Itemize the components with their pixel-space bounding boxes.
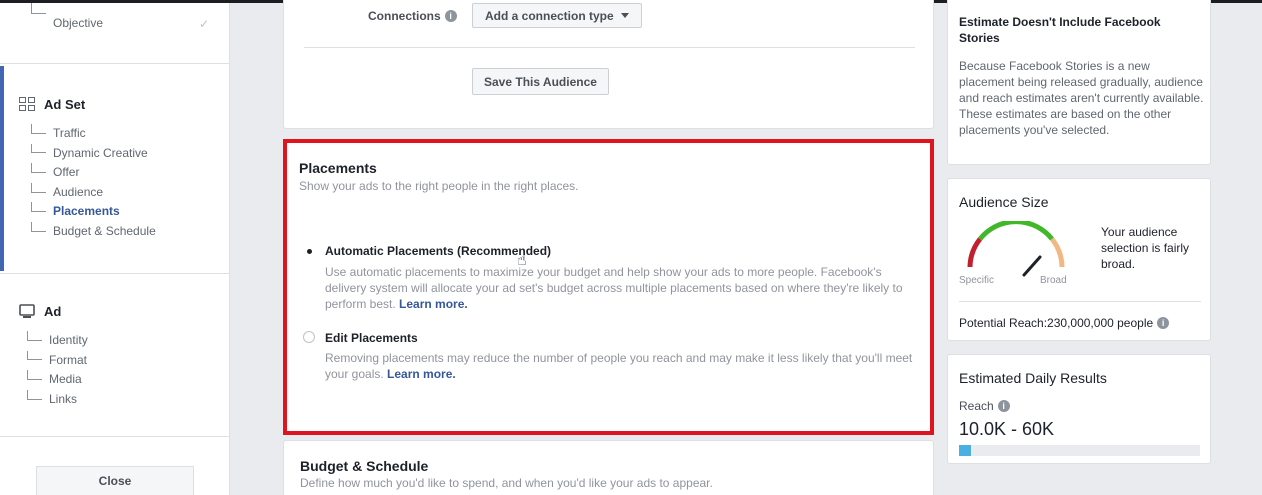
sidebar-item-media[interactable]: Media bbox=[27, 370, 88, 390]
dropdown-label: Add a connection type bbox=[485, 8, 614, 23]
info-icon[interactable]: i bbox=[444, 10, 457, 22]
card-divider bbox=[959, 301, 1201, 302]
sidebar-item-format[interactable]: Format bbox=[27, 350, 88, 371]
sidebar-item-objective[interactable]: Objective ✓ bbox=[31, 3, 209, 31]
sidebar-divider bbox=[0, 63, 229, 64]
sidebar-item-placements[interactable]: Placements bbox=[31, 202, 156, 222]
sidebar-divider bbox=[0, 436, 229, 437]
reach-value: 10.0K - 60K bbox=[959, 419, 1055, 439]
audience-size-title: Audience Size bbox=[959, 194, 1049, 210]
placements-title: Placements bbox=[299, 160, 377, 176]
sidebar-item-links[interactable]: Links bbox=[27, 389, 88, 410]
active-section-indicator bbox=[0, 66, 4, 271]
sidebar-item-label: Dynamic Creative bbox=[53, 145, 148, 160]
info-icon[interactable]: i bbox=[1157, 317, 1170, 329]
sidebar-item-label: Audience bbox=[53, 184, 104, 199]
sidebar-section-title: Ad bbox=[44, 303, 62, 319]
automatic-placements-radio[interactable] bbox=[303, 245, 315, 257]
reach-label-row: Reach i bbox=[959, 399, 1010, 413]
sidebar: Objective ✓ Ad Set Traffic Dynamic Creat… bbox=[0, 3, 230, 495]
grid-icon bbox=[18, 95, 36, 113]
campaign-tree: Objective ✓ bbox=[31, 3, 209, 31]
learn-more-link[interactable]: Learn more. bbox=[387, 367, 456, 381]
daily-results-card: Estimated Daily Results Reach i 10.0K - … bbox=[947, 354, 1211, 464]
connections-label: Connections bbox=[368, 9, 441, 23]
budget-schedule-card: Budget & Schedule Define how much you'd … bbox=[283, 440, 934, 495]
sidebar-item-label: Identity bbox=[49, 333, 88, 347]
save-audience-button[interactable]: Save This Audience bbox=[472, 68, 609, 95]
ad-tree: Identity Format Media Links bbox=[27, 331, 88, 409]
budget-schedule-title: Budget & Schedule bbox=[300, 458, 429, 474]
estimate-note-card: Estimate Doesn't Include Facebook Storie… bbox=[947, 0, 1211, 165]
connections-label-row: Connections i bbox=[368, 9, 457, 23]
caret-down-icon bbox=[620, 13, 629, 18]
sidebar-item-label: Links bbox=[49, 391, 78, 406]
sidebar-item-label: Traffic bbox=[53, 126, 86, 140]
automatic-placements-description: Use automatic placements to maximize you… bbox=[325, 264, 915, 312]
sidebar-item-label: Objective bbox=[53, 16, 104, 30]
ad-set-tree: Traffic Dynamic Creative Offer Audience … bbox=[31, 124, 156, 242]
sidebar-item-audience[interactable]: Audience bbox=[31, 182, 156, 203]
audience-size-card: Audience Size Specific Broad Your audien… bbox=[947, 178, 1211, 341]
learn-more-link[interactable]: Learn more. bbox=[399, 297, 468, 311]
reach-bar bbox=[959, 445, 1200, 456]
sidebar-item-offer[interactable]: Offer bbox=[31, 163, 156, 183]
gauge-label-broad: Broad bbox=[1040, 275, 1067, 286]
estimate-note-body: Because Facebook Stories is a new placem… bbox=[959, 59, 1204, 137]
sidebar-section-title: Ad Set bbox=[44, 96, 86, 112]
placements-subtitle: Show your ads to the right people in the… bbox=[299, 179, 579, 193]
gauge-label-specific: Specific bbox=[959, 275, 995, 286]
audience-size-description: Your audience selection is fairly broad. bbox=[1101, 225, 1190, 271]
card-divider bbox=[304, 47, 915, 48]
sidebar-item-label: Placements bbox=[53, 204, 120, 219]
sidebar-divider bbox=[0, 273, 229, 274]
edit-placements-radio[interactable] bbox=[303, 331, 315, 343]
close-button[interactable]: Close bbox=[36, 466, 194, 495]
sidebar-item-budget-schedule[interactable]: Budget & Schedule bbox=[31, 221, 156, 242]
sidebar-item-label: Media bbox=[49, 372, 82, 387]
potential-reach-row: Potential Reach:230,000,000 people i bbox=[959, 316, 1170, 330]
sidebar-item-label: Budget & Schedule bbox=[53, 223, 156, 238]
daily-results-title: Estimated Daily Results bbox=[959, 370, 1107, 386]
estimate-note-title: Estimate Doesn't Include Facebook Storie… bbox=[959, 15, 1161, 45]
audience-card: Connections i Add a connection type Save… bbox=[283, 0, 934, 129]
sidebar-item-label: Offer bbox=[53, 165, 80, 180]
sidebar-item-dynamic-creative[interactable]: Dynamic Creative bbox=[31, 143, 156, 164]
checkmark-icon: ✓ bbox=[199, 17, 210, 31]
placements-section: Placements Show your ads to the right pe… bbox=[283, 139, 934, 435]
connection-type-dropdown[interactable]: Add a connection type bbox=[472, 3, 642, 28]
potential-reach: Potential Reach:230,000,000 people bbox=[959, 316, 1154, 330]
edit-placements-description: Removing placements may reduce the numbe… bbox=[325, 350, 915, 382]
budget-schedule-subtitle: Define how much you'd like to spend, and… bbox=[300, 476, 713, 490]
sidebar-item-traffic[interactable]: Traffic bbox=[31, 124, 156, 144]
reach-label: Reach bbox=[959, 399, 994, 413]
reach-bar-fill bbox=[959, 445, 972, 456]
info-icon[interactable]: i bbox=[997, 400, 1010, 412]
sidebar-item-label: Format bbox=[49, 352, 88, 367]
monitor-icon bbox=[18, 302, 36, 320]
sidebar-section-ad[interactable]: Ad bbox=[18, 302, 61, 320]
sidebar-section-ad-set[interactable]: Ad Set bbox=[18, 95, 85, 113]
edit-placements-title[interactable]: Edit Placements bbox=[325, 331, 418, 345]
sidebar-item-identity[interactable]: Identity bbox=[27, 331, 88, 351]
